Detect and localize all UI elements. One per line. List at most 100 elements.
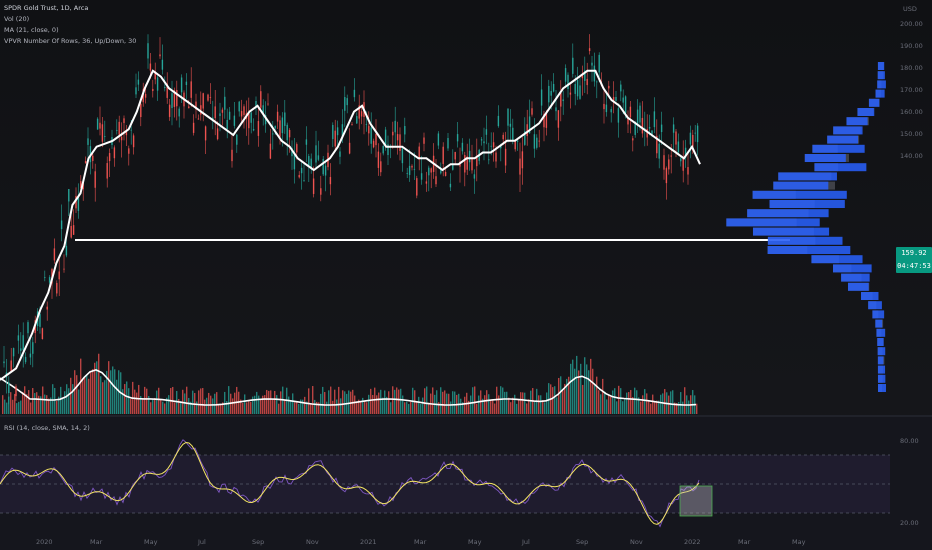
candle-body <box>286 124 288 141</box>
candle-body <box>180 77 183 93</box>
vp-row-up <box>877 384 886 392</box>
candle-body <box>8 382 10 394</box>
candle-body <box>380 161 382 173</box>
candle-body <box>168 104 171 117</box>
rsi-legend[interactable]: RSI (14, close, SMA, 14, 2) <box>4 424 90 432</box>
candle-body <box>372 140 375 148</box>
vp-row-up <box>833 126 863 135</box>
volume-bar <box>596 376 598 414</box>
symbol-legend[interactable]: SPDR Gold Trust, 1D, Arca <box>4 4 88 12</box>
candle-body <box>680 158 682 162</box>
volume-bar <box>308 388 310 414</box>
time-axis-label: Mar <box>90 538 103 546</box>
volume-bar <box>348 390 350 414</box>
candle-body <box>219 113 221 117</box>
volume-bar <box>340 398 342 414</box>
volume-bar <box>370 388 372 414</box>
volume-bar <box>490 399 492 414</box>
candle-body <box>672 124 675 133</box>
candle-body <box>442 146 444 164</box>
volume-bar <box>538 395 540 414</box>
volume-bar <box>508 397 510 414</box>
candle-body <box>348 142 351 154</box>
candle-body <box>159 54 161 57</box>
volume-bar <box>644 389 646 414</box>
volume-bar <box>634 387 636 414</box>
volume-bar <box>614 388 616 414</box>
candle-body <box>276 111 279 122</box>
volume-bar <box>220 403 222 414</box>
volume-bar <box>274 390 276 414</box>
volume-bar <box>354 395 356 414</box>
volume-bar <box>100 376 102 414</box>
candle-body <box>344 97 346 111</box>
volume-bar <box>364 400 366 414</box>
volume-bar <box>256 391 258 414</box>
ma-legend[interactable]: MA (21, close, 0) <box>4 26 59 34</box>
volume-bar <box>10 392 12 414</box>
volume-bar <box>542 400 544 414</box>
vp-row-up <box>877 365 886 374</box>
candle-body <box>72 225 75 235</box>
candle-body <box>252 129 255 131</box>
vpvr-legend[interactable]: VPVR Number Of Rows, 36, Up/Down, 30 <box>4 37 136 45</box>
volume-bar <box>688 400 690 414</box>
time-axis-label: Mar <box>414 538 427 546</box>
candle-body <box>490 145 492 147</box>
volume-bar <box>618 385 620 414</box>
candle-body <box>555 107 557 112</box>
vp-row-up <box>872 310 885 319</box>
volume-bar <box>470 395 472 414</box>
volume-bar <box>660 394 662 414</box>
volume-bar <box>556 397 558 414</box>
candle-body <box>269 143 272 159</box>
candle-body <box>135 87 137 95</box>
volume-bar <box>44 394 46 414</box>
candle-body <box>156 77 159 91</box>
volume-bar <box>4 399 6 414</box>
candle-body <box>605 104 608 113</box>
candle-body <box>560 92 562 107</box>
candle-body <box>176 90 178 107</box>
volume-bar <box>12 399 14 414</box>
volume-bar <box>328 390 330 414</box>
candle-body <box>120 136 123 141</box>
volume-bar <box>692 390 694 414</box>
volume-bar <box>612 390 614 414</box>
volume-bar <box>420 403 422 414</box>
volume-bar <box>546 392 548 414</box>
chart-canvas[interactable] <box>0 0 932 550</box>
volume-bar <box>162 401 164 414</box>
candle-body <box>435 176 437 185</box>
candle-body <box>226 120 228 130</box>
right-axis-label: 150.00 <box>900 130 923 138</box>
candle-body <box>430 168 432 173</box>
candle-body <box>437 133 440 146</box>
volume-bar <box>164 403 166 414</box>
candle-body <box>382 145 384 154</box>
volume-bar <box>246 402 248 414</box>
candle-body <box>322 158 324 175</box>
candle-body <box>576 79 579 97</box>
candle-body <box>108 153 111 162</box>
candle-body <box>312 178 315 194</box>
volume-bar <box>54 387 56 414</box>
candle-body <box>228 111 231 120</box>
volume-bar <box>506 391 508 414</box>
candle-body <box>128 148 130 154</box>
candle-body <box>46 306 48 310</box>
vp-row-up <box>804 154 846 162</box>
volume-bar <box>150 402 152 414</box>
candle-body <box>329 177 332 185</box>
volume-bar <box>6 402 8 414</box>
volume-legend[interactable]: Vol (20) <box>4 15 29 23</box>
candle-body <box>308 156 310 166</box>
candle-body <box>70 226 72 238</box>
candle-body <box>3 361 5 364</box>
right-axis-label: 200.00 <box>900 20 923 28</box>
candle-body <box>394 120 396 133</box>
vp-row-up <box>876 328 886 337</box>
volume-bar <box>384 390 386 414</box>
volume-bar <box>16 403 18 414</box>
candle-body <box>39 314 41 327</box>
